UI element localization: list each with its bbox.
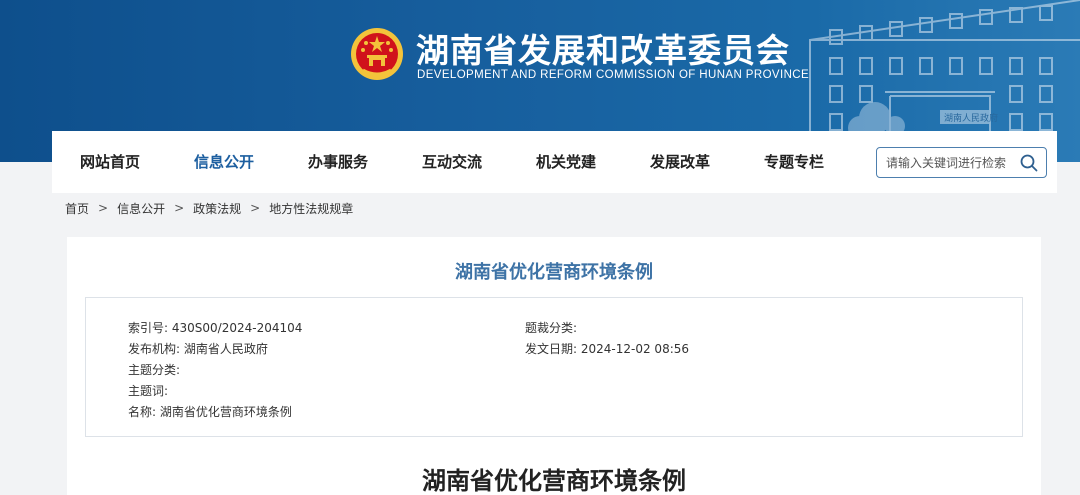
- building-sign: 湖南人民政府: [944, 112, 998, 124]
- meta-date-value: 2024-12-02 08:56: [580, 342, 690, 356]
- meta-name: 名称: 湖南省优化营商环境条例: [128, 403, 292, 420]
- breadcrumb-info-disclosure[interactable]: 信息公开: [117, 200, 165, 217]
- meta-category: 题裁分类:: [525, 319, 577, 336]
- meta-name-value: 湖南省优化营商环境条例: [159, 405, 292, 419]
- meta-topic: 主题分类:: [128, 361, 180, 378]
- nav-item-special-topics[interactable]: 专题专栏: [764, 131, 824, 193]
- meta-date: 发文日期: 2024-12-02 08:56: [525, 340, 689, 357]
- nav-item-development-reform[interactable]: 发展改革: [650, 131, 710, 193]
- site-title-english: DEVELOPMENT AND REFORM COMMISSION OF HUN…: [417, 69, 810, 81]
- meta-name-label: 名称:: [128, 405, 157, 419]
- meta-publisher-value: 湖南省人民政府: [183, 342, 268, 356]
- breadcrumb-home[interactable]: 首页: [65, 200, 89, 217]
- search-input[interactable]: [886, 148, 1014, 177]
- meta-category-label: 题裁分类:: [525, 321, 578, 335]
- nav-item-interaction[interactable]: 互动交流: [422, 131, 482, 193]
- meta-index-value: 430S00/2024-204104: [171, 321, 303, 335]
- breadcrumb-local-regulations[interactable]: 地方性法规规章: [269, 200, 353, 217]
- document-metadata: 索引号: 430S00/2024-204104 题裁分类: 发布机构: 湖南省人…: [85, 297, 1023, 437]
- breadcrumb-separator: >: [250, 201, 261, 215]
- breadcrumb-policies[interactable]: 政策法规: [193, 200, 241, 217]
- search-icon[interactable]: [1020, 154, 1038, 172]
- nav-item-party-building[interactable]: 机关党建: [536, 131, 596, 193]
- site-title: 湖南省发展和改革委员会: [416, 31, 790, 70]
- main-navigation: 网站首页 信息公开 办事服务 互动交流 机关党建 发展改革 专题专栏: [52, 131, 1057, 193]
- breadcrumb: 首页 > 信息公开 > 政策法规 > 地方性法规规章: [65, 200, 353, 216]
- page-title: 湖南省优化营商环境条例: [455, 262, 653, 283]
- meta-keywords-label: 主题词:: [128, 384, 169, 398]
- breadcrumb-separator: >: [98, 201, 109, 215]
- document-title: 湖南省优化营商环境条例: [422, 467, 686, 495]
- meta-topic-label: 主题分类:: [128, 363, 181, 377]
- meta-index-label: 索引号:: [128, 321, 169, 335]
- meta-publisher-label: 发布机构:: [128, 342, 181, 356]
- meta-index: 索引号: 430S00/2024-204104: [128, 319, 302, 336]
- breadcrumb-separator: >: [174, 201, 185, 215]
- article-card: 湖南省优化营商环境条例 索引号: 430S00/2024-204104 题裁分类…: [67, 237, 1041, 495]
- national-emblem-icon: [351, 28, 403, 80]
- meta-date-label: 发文日期:: [525, 342, 578, 356]
- nav-item-home[interactable]: 网站首页: [80, 131, 140, 193]
- meta-keywords: 主题词:: [128, 382, 168, 399]
- search-box: [876, 147, 1047, 178]
- meta-publisher: 发布机构: 湖南省人民政府: [128, 340, 268, 357]
- nav-item-services[interactable]: 办事服务: [308, 131, 368, 193]
- nav-item-info-disclosure[interactable]: 信息公开: [194, 131, 254, 193]
